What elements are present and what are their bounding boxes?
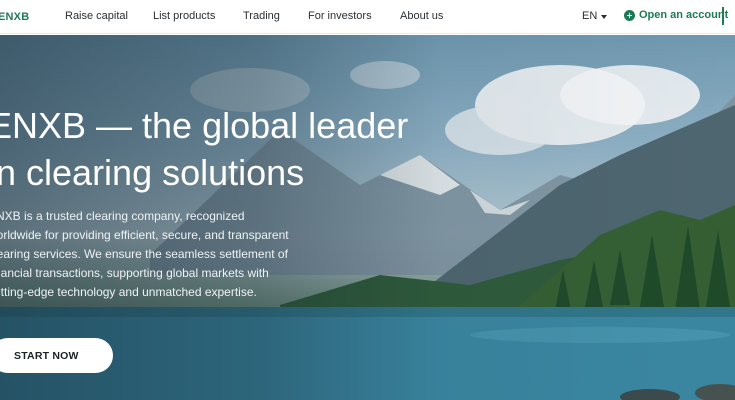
hero-headline: ENXB — the global leader in clearing sol… [0, 102, 408, 196]
hero-headline-line: in clearing solutions [0, 152, 305, 193]
hero-description-line: clearing services. We ensure the seamles… [0, 247, 288, 261]
hero-description-line: worldwide for providing efficient, secur… [0, 228, 289, 242]
hero-headline-line: ENXB — the global leader [0, 105, 409, 146]
top-nav: ENXB Raise capital List products Trading… [0, 0, 735, 34]
start-now-button[interactable]: START NOW [0, 338, 113, 373]
hero-description: ENXB is a trusted clearing company, reco… [0, 207, 298, 302]
language-label: EN [582, 10, 598, 22]
language-selector[interactable]: EN [582, 10, 608, 22]
hero-description-line: financial transactions, supporting globa… [0, 266, 269, 280]
plus-circle-icon [624, 9, 635, 21]
hero-description-line: cutting-edge technology and unmatched ex… [0, 285, 257, 299]
brand-logo[interactable]: ENXB [0, 11, 29, 23]
open-account-button[interactable]: Open an account [624, 9, 728, 21]
chevron-down-icon [601, 14, 608, 19]
nav-divider [722, 7, 724, 25]
nav-item-raise-capital[interactable]: Raise capital [65, 10, 128, 22]
open-account-label: Open an account [639, 9, 729, 21]
nav-item-trading[interactable]: Trading [243, 10, 280, 22]
nav-item-about-us[interactable]: About us [400, 10, 443, 22]
hero-description-line: ENXB is a trusted clearing company, reco… [0, 209, 245, 223]
nav-item-for-investors[interactable]: For investors [308, 10, 372, 22]
nav-item-list-products[interactable]: List products [153, 10, 215, 22]
